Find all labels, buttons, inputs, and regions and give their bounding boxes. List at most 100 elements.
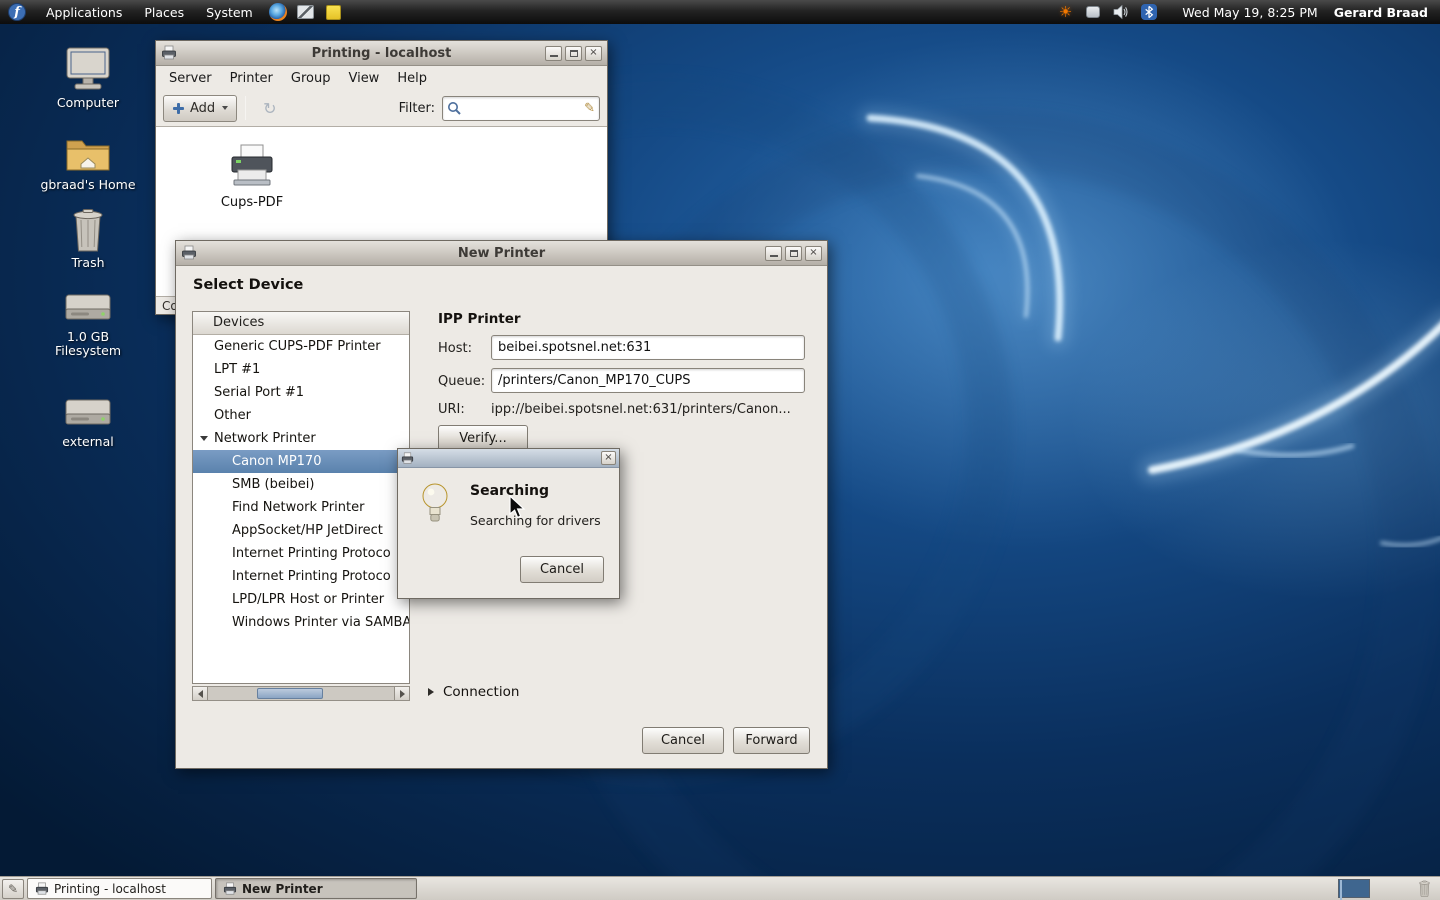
clock[interactable]: Wed May 19, 8:25 PM xyxy=(1182,5,1317,20)
tray-device-icon[interactable] xyxy=(1083,2,1103,22)
close-button[interactable]: × xyxy=(805,246,822,261)
expander-open-icon[interactable] xyxy=(200,436,208,441)
scroll-right-button[interactable] xyxy=(394,687,409,700)
user-menu[interactable]: Gerard Braad xyxy=(1334,5,1428,20)
search-icon xyxy=(447,101,462,116)
device-item[interactable]: Windows Printer via SAMBA xyxy=(193,611,409,634)
menu-printer[interactable]: Printer xyxy=(221,68,282,89)
menu-group[interactable]: Group xyxy=(282,68,340,89)
task-label: New Printer xyxy=(242,882,323,896)
device-item[interactable]: Generic CUPS-PDF Printer xyxy=(193,335,409,358)
search-input[interactable] xyxy=(462,101,584,116)
host-input[interactable] xyxy=(498,340,798,355)
queue-input[interactable] xyxy=(498,373,798,388)
device-item-network-printer[interactable]: Network Printer xyxy=(193,427,409,450)
desktop-icon-external[interactable]: external xyxy=(33,396,143,449)
forward-button[interactable]: Forward xyxy=(733,727,810,754)
section-title: IPP Printer xyxy=(438,311,521,327)
desktop-icon-label: 1.0 GB Filesystem xyxy=(33,330,143,359)
desktop-icon-computer[interactable]: Computer xyxy=(33,45,143,110)
workspace-switcher[interactable] xyxy=(1338,879,1370,898)
refresh-button[interactable]: ↻ xyxy=(254,95,285,122)
close-button[interactable]: × xyxy=(601,451,616,465)
device-item[interactable]: Find Network Printer xyxy=(193,496,409,519)
device-item-selected[interactable]: Canon MP170 xyxy=(193,450,409,473)
workspace-1[interactable] xyxy=(1340,880,1342,900)
printer-icon xyxy=(35,882,49,896)
maximize-button[interactable] xyxy=(785,246,802,261)
device-item[interactable]: LPD/LPR Host or Printer xyxy=(193,588,409,611)
refresh-icon: ↻ xyxy=(263,99,276,118)
device-item[interactable]: Serial Port #1 xyxy=(193,381,409,404)
cancel-button[interactable]: Cancel xyxy=(520,556,604,583)
menu-view[interactable]: View xyxy=(339,68,388,89)
desktop-icon-home[interactable]: gbraad's Home xyxy=(33,133,143,192)
trash-applet-icon[interactable] xyxy=(1414,879,1434,899)
tray-star-icon[interactable]: ☀ xyxy=(1055,2,1075,22)
maximize-button[interactable] xyxy=(565,46,582,61)
searching-titlebar[interactable]: × xyxy=(398,449,619,468)
desktop-icon-trash[interactable]: Trash xyxy=(33,207,143,270)
printer-icon xyxy=(161,45,177,61)
task-new-printer[interactable]: New Printer xyxy=(215,878,417,899)
close-button[interactable]: × xyxy=(585,46,602,61)
menubar: Server Printer Group View Help xyxy=(156,66,607,90)
menu-help[interactable]: Help xyxy=(388,68,436,89)
cancel-button[interactable]: Cancel xyxy=(642,727,724,754)
scroll-left-button[interactable] xyxy=(193,687,208,700)
sun-icon: ☀ xyxy=(1059,3,1072,21)
device-item[interactable]: LPT #1 xyxy=(193,358,409,381)
printer-item-cups-pdf[interactable]: Cups-PDF xyxy=(204,143,300,210)
menu-places[interactable]: Places xyxy=(134,2,194,23)
lightbulb-icon xyxy=(420,482,450,526)
fedora-logo[interactable]: f xyxy=(8,3,26,21)
minimize-button[interactable] xyxy=(765,246,782,261)
device-item[interactable]: SMB (beibei) xyxy=(193,473,409,496)
devices-column-header[interactable]: Devices xyxy=(193,312,409,335)
note-icon xyxy=(326,5,341,20)
menu-system[interactable]: System xyxy=(196,2,263,23)
dialog-message: Searching for drivers xyxy=(470,513,601,528)
expander-closed-icon xyxy=(428,688,434,696)
device-item[interactable]: AppSocket/HP JetDirect xyxy=(193,519,409,542)
menu-applications[interactable]: Applications xyxy=(36,2,132,23)
volume-icon[interactable] xyxy=(1111,2,1131,22)
device-item[interactable]: Internet Printing Protoco xyxy=(193,542,409,565)
add-button[interactable]: Add xyxy=(163,95,237,122)
clear-filter-icon[interactable]: ✎ xyxy=(584,101,595,116)
new-printer-titlebar[interactable]: New Printer × xyxy=(176,241,827,266)
minimize-button[interactable] xyxy=(545,46,562,61)
computer-icon xyxy=(64,45,112,93)
tablet-icon xyxy=(297,5,314,19)
device-icon xyxy=(1086,6,1100,18)
show-desktop-button[interactable]: ✎ xyxy=(2,879,24,899)
desktop-icon-filesystem[interactable]: 1.0 GB Filesystem xyxy=(33,291,143,359)
filter-label: Filter: xyxy=(399,101,435,116)
device-item-label: Network Printer xyxy=(214,431,316,446)
connection-label: Connection xyxy=(443,684,519,700)
connection-expander[interactable]: Connection xyxy=(428,684,519,700)
printer-icon xyxy=(181,245,197,261)
device-item[interactable]: Other xyxy=(193,404,409,427)
uri-value: ipp://beibei.spotsnel.net:631/printers/C… xyxy=(491,402,813,417)
desktop-icon-label: gbraad's Home xyxy=(33,178,143,192)
horizontal-scrollbar[interactable] xyxy=(192,686,410,701)
task-label: Printing - localhost xyxy=(54,882,166,896)
notes-launcher[interactable] xyxy=(323,1,345,23)
bluetooth-rune-icon xyxy=(1142,5,1156,19)
task-printing-localhost[interactable]: Printing - localhost xyxy=(27,878,212,899)
searching-dialog: × Searching Searching for drivers Cancel xyxy=(397,448,620,599)
window-title: New Printer xyxy=(176,246,827,261)
scrollbar-thumb[interactable] xyxy=(257,688,323,699)
bluetooth-icon[interactable] xyxy=(1139,2,1159,22)
page-title: Select Device xyxy=(193,277,303,293)
mouse-cursor xyxy=(508,495,528,521)
firefox-launcher[interactable] xyxy=(267,1,289,23)
host-field xyxy=(491,335,805,360)
tablet-launcher[interactable] xyxy=(295,1,317,23)
printer-item-label: Cups-PDF xyxy=(204,195,300,210)
device-item[interactable]: Internet Printing Protoco xyxy=(193,565,409,588)
home-folder-icon xyxy=(64,133,112,175)
menu-server[interactable]: Server xyxy=(160,68,221,89)
printing-titlebar[interactable]: Printing - localhost × xyxy=(156,41,607,66)
